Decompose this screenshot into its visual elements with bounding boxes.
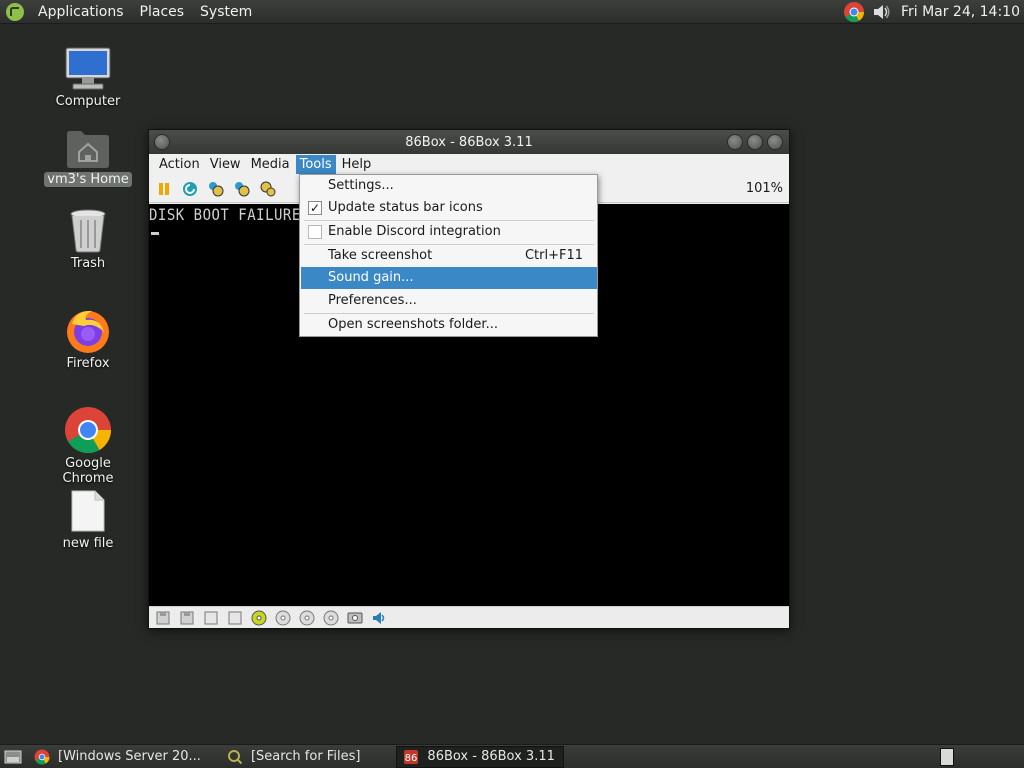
home-folder-icon	[67, 131, 109, 168]
taskbar-item-search-files[interactable]: [Search for Files]	[221, 746, 366, 768]
menu-item-label: Preferences...	[328, 293, 417, 308]
workspace-switcher[interactable]	[940, 748, 954, 766]
desktop-icon-trash[interactable]: Trash	[38, 208, 138, 271]
menu-tools[interactable]: Tools	[295, 155, 336, 174]
menu-item-shortcut: Ctrl+F11	[524, 248, 583, 263]
mate-logo-icon[interactable]	[6, 2, 24, 21]
pause-button[interactable]	[155, 180, 173, 198]
screen-text: DISK BOOT FAILURE,	[149, 206, 310, 225]
menu-item-label: Enable Discord integration	[328, 224, 501, 239]
places-menu[interactable]: Places	[132, 0, 193, 24]
clock[interactable]: Fri Mar 24, 14:10	[901, 4, 1024, 20]
checkbox-checked[interactable]: ✓	[308, 201, 322, 215]
status-bar	[149, 606, 789, 628]
desktop-icon-label: Firefox	[66, 356, 110, 371]
menu-item-label: Settings...	[328, 178, 394, 193]
menu-item-open-screenshots-folder[interactable]: Open screenshots folder...	[301, 314, 597, 336]
trash-icon	[70, 209, 106, 253]
system-tray: Fri Mar 24, 14:10	[843, 0, 1024, 24]
menu-item-enable-discord[interactable]: Enable Discord integration	[301, 221, 597, 243]
search-icon	[227, 749, 243, 764]
volume-icon[interactable]	[871, 2, 891, 22]
hard-disk-icon[interactable]	[346, 610, 364, 626]
tools-dropdown-menu: Settings... ✓ Update status bar icons En…	[299, 174, 598, 337]
menu-item-preferences[interactable]: Preferences...	[301, 290, 597, 312]
bottom-panel: [Windows Server 20... [Search for Files]…	[0, 744, 1024, 768]
menu-help[interactable]: Help	[338, 155, 376, 174]
desktop-icon-label: new file	[62, 536, 114, 551]
desktop-icon-firefox[interactable]: Firefox	[38, 306, 138, 371]
window-title: 86Box - 86Box 3.11	[405, 134, 533, 150]
menu-item-label: Update status bar icons	[328, 200, 483, 215]
firefox-icon	[67, 310, 109, 353]
cdrom-3-icon[interactable]	[298, 610, 316, 626]
zoom-level: 101%	[745, 181, 783, 196]
show-desktop-icon	[4, 750, 22, 763]
menu-view[interactable]: View	[206, 155, 245, 174]
desktop-icon-label: Trash	[70, 256, 106, 271]
hard-reset-button[interactable]	[259, 180, 277, 198]
applications-menu[interactable]: Applications	[30, 0, 132, 24]
text-cursor	[151, 232, 159, 235]
taskbar-item-windows-server[interactable]: [Windows Server 20...	[28, 746, 207, 768]
desktop-icon-computer[interactable]: Computer	[38, 46, 138, 109]
ctrl-alt-esc-button[interactable]	[233, 180, 251, 198]
maximize-button[interactable]	[747, 134, 763, 150]
sound-icon[interactable]	[370, 610, 388, 626]
reset-icon	[183, 181, 197, 196]
desktop-icon-chrome[interactable]: Google Chrome	[38, 406, 138, 486]
floppy-3-icon[interactable]	[202, 610, 220, 626]
desktop-icon-home[interactable]: vm3's Home	[38, 128, 138, 187]
floppy-1-icon[interactable]	[154, 610, 172, 626]
chrome-icon	[65, 407, 112, 454]
checkbox-unchecked[interactable]	[308, 225, 322, 239]
taskbar-item-label: 86Box - 86Box 3.11	[427, 749, 555, 764]
taskbar-item-86box[interactable]: 86 86Box - 86Box 3.11	[396, 745, 565, 768]
floppy-2-icon[interactable]	[178, 610, 196, 626]
desktop-icon-label: vm3's Home	[44, 172, 132, 187]
window-titlebar[interactable]: 86Box - 86Box 3.11	[149, 130, 789, 154]
system-menu[interactable]: System	[192, 0, 260, 24]
window-menu-button[interactable]	[154, 134, 170, 150]
ctrl-alt-esc-icon	[235, 181, 250, 196]
menu-action[interactable]: Action	[155, 155, 204, 174]
svg-text:86: 86	[405, 753, 418, 764]
desktop-icon-new-file[interactable]: new file	[38, 488, 138, 551]
taskbar-item-label: [Search for Files]	[250, 749, 361, 764]
minimize-button[interactable]	[727, 134, 743, 150]
floppy-4-icon[interactable]	[226, 610, 244, 626]
menu-media[interactable]: Media	[247, 155, 294, 174]
computer-icon	[65, 47, 111, 90]
cdrom-active-icon[interactable]	[250, 610, 268, 626]
power-icon	[260, 181, 276, 196]
show-desktop-button[interactable]	[0, 746, 26, 768]
menu-item-settings[interactable]: Settings...	[301, 175, 597, 197]
taskbar-item-label: [Windows Server 20...	[58, 749, 201, 764]
file-icon	[71, 490, 105, 532]
chrome-icon	[34, 749, 50, 765]
menu-item-take-screenshot[interactable]: Take screenshot Ctrl+F11	[301, 245, 597, 267]
desktop-icon-label: Computer	[55, 94, 121, 109]
menu-item-sound-gain[interactable]: Sound gain...	[301, 267, 597, 289]
cdrom-2-icon[interactable]	[274, 610, 292, 626]
86box-icon: 86	[404, 749, 419, 764]
cdrom-4-icon[interactable]	[322, 610, 340, 626]
reset-button[interactable]	[181, 180, 199, 198]
ctrl-alt-del-button[interactable]	[207, 180, 225, 198]
close-button[interactable]	[767, 134, 783, 150]
menu-item-label: Open screenshots folder...	[328, 317, 498, 332]
menu-item-label: Take screenshot	[328, 248, 433, 263]
top-panel: Applications Places System Fri Mar 24, 1…	[0, 0, 1024, 24]
menu-item-update-status-bar-icons[interactable]: ✓ Update status bar icons	[301, 197, 597, 219]
pause-icon	[159, 182, 169, 195]
window-menubar: Action View Media Tools Help	[149, 154, 789, 175]
ctrl-alt-del-icon	[209, 181, 224, 196]
menu-item-label: Sound gain...	[328, 270, 414, 285]
chrome-tray-icon[interactable]	[843, 1, 865, 23]
desktop-icon-label: Google Chrome	[62, 456, 114, 486]
